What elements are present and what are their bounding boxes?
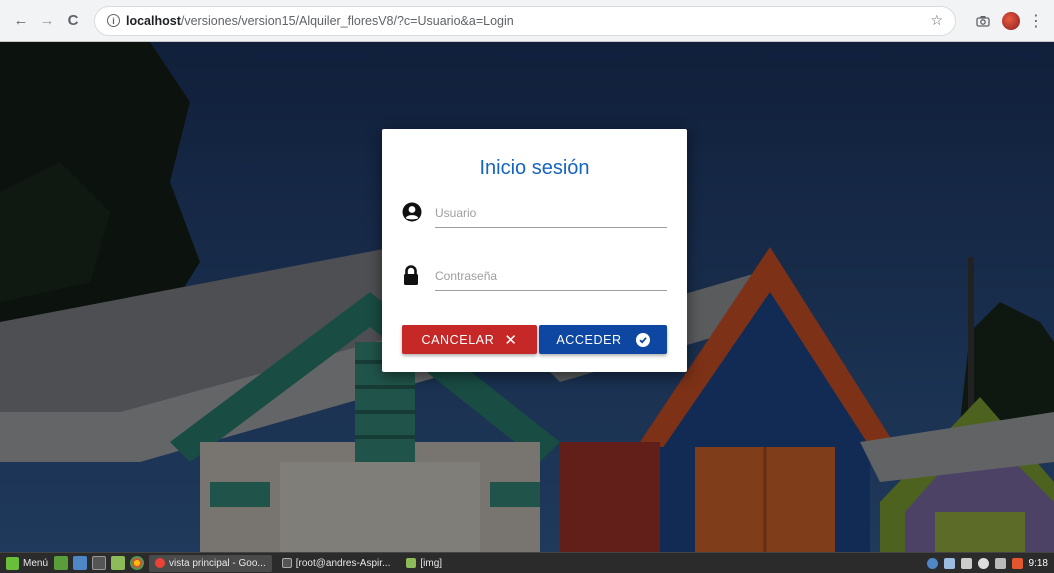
taskbar-task-folder[interactable]: [img] [400,555,448,572]
clock[interactable]: 9:18 [1029,558,1048,569]
taskbar-task-terminal[interactable]: [root@andres-Aspir... [276,555,397,572]
arrow-left-icon[interactable]: ← [10,10,32,32]
folder-icon [406,558,417,568]
bluetooth-icon[interactable] [943,557,955,569]
menu-icon [6,556,19,570]
login-dialog: Inicio sesión CANCELAR ✕ ACCEDER [382,129,687,372]
file-manager-icon[interactable] [73,556,88,570]
user-circle-icon [402,202,422,224]
shield-icon[interactable] [926,557,938,569]
camera-icon[interactable] [972,10,994,32]
submit-button[interactable]: ACCEDER [539,325,667,354]
network-icon[interactable] [994,557,1006,569]
browser-icon [155,558,166,568]
more-vertical-icon[interactable]: ⋮ [1028,11,1044,31]
check-circle-icon [635,332,650,347]
login-title: Inicio sesión [479,157,590,179]
system-tray: 9:18 [921,557,1054,569]
address-bar[interactable]: i localhost /versiones/version15/Alquile… [94,5,956,36]
info-icon[interactable]: i [107,14,120,27]
user-icon[interactable] [977,557,989,569]
submit-button-label: ACCEDER [556,332,622,347]
taskbar: Menú vista principal - Goo... [root@andr… [0,552,1054,573]
browser-toolbar: ← → C i localhost /versiones/version15/A… [0,0,1054,42]
taskbar-task-browser[interactable]: vista principal - Goo... [149,554,272,572]
terminal-icon [281,558,292,568]
browser-icon[interactable] [130,556,145,570]
url-path: /versiones/version15/Alquiler_floresV8/?… [180,13,514,28]
cancel-button[interactable]: CANCELAR ✕ [402,325,537,354]
terminal-icon[interactable] [92,556,107,570]
password-field-group [402,259,667,295]
star-icon[interactable]: ☆ [930,12,943,29]
show-desktop-icon[interactable] [54,556,69,570]
username-input[interactable] [435,198,667,228]
password-input[interactable] [435,261,667,291]
username-field-group [402,196,667,232]
clipboard-icon[interactable] [960,557,972,569]
task-label: vista principal - Goo... [169,557,266,569]
folder-icon[interactable] [111,556,126,570]
battery-icon[interactable] [1011,557,1023,569]
lock-icon [402,265,422,287]
reload-icon[interactable]: C [62,10,84,32]
start-menu-label: Menú [23,557,49,569]
start-menu-button[interactable]: Menú [0,553,54,573]
close-icon: ✕ [504,331,518,349]
url-host: localhost [126,13,181,28]
task-label: [img] [420,557,443,569]
task-label: [root@andres-Aspir... [295,557,391,569]
profile-avatar-icon[interactable] [1002,11,1020,30]
cancel-button-label: CANCELAR [421,332,495,347]
arrow-right-icon[interactable]: → [36,10,58,32]
